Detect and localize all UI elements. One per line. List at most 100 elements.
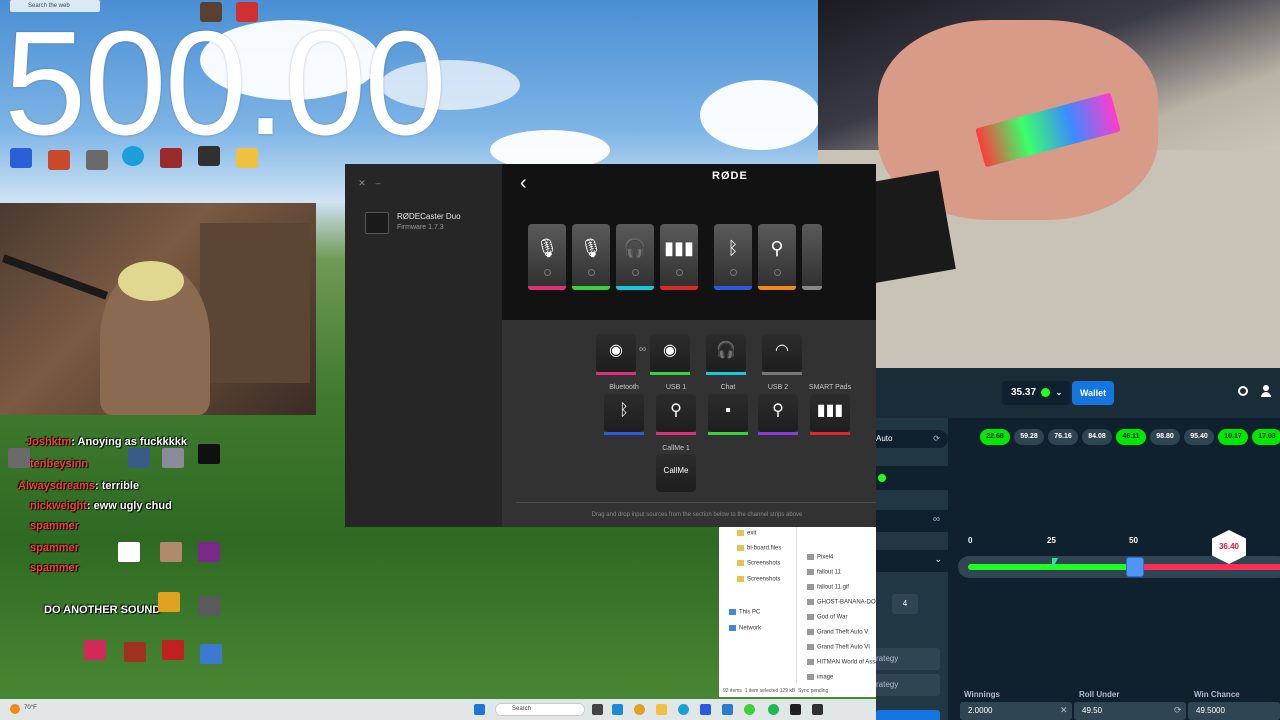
source-pad-chat[interactable]: ▪ xyxy=(708,394,748,435)
coin-icon xyxy=(878,474,886,482)
strategy-button[interactable]: rategy xyxy=(876,648,940,670)
explorer-item-label: Pixel4 xyxy=(817,554,834,561)
user-icon[interactable] xyxy=(1261,385,1271,397)
explorer-item[interactable]: Pixel4 xyxy=(807,554,833,561)
close-icon[interactable]: ✕ xyxy=(357,178,367,188)
folder-icon xyxy=(737,530,744,536)
folder-icon xyxy=(737,576,744,582)
app-icon[interactable] xyxy=(722,704,733,715)
explorer-item[interactable]: GHOST-BANANA-DOOM xyxy=(807,599,885,606)
roll-slider-handle[interactable] xyxy=(1126,557,1144,577)
device-sidebar: ✕ – RØDECaster Duo Firmware 1.7.3 xyxy=(345,164,502,527)
app-icon[interactable] xyxy=(812,704,823,715)
source-pad-bluetooth[interactable]: ᛒ xyxy=(604,394,644,435)
channel-soundpad[interactable]: ▮▮▮ xyxy=(660,224,698,290)
bet-button[interactable] xyxy=(876,710,940,720)
channel-bluetooth[interactable]: ᛒ xyxy=(714,224,752,290)
folder-icon xyxy=(737,545,744,551)
callme-label: CallMe xyxy=(663,466,689,475)
scale-label-25: 25 xyxy=(1047,536,1056,545)
channel-headphones[interactable]: 🎧 xyxy=(616,224,654,290)
explorer-item[interactable]: exit xyxy=(737,530,756,537)
minimize-icon[interactable]: – xyxy=(373,178,383,188)
explorer-item-label: Network xyxy=(739,625,762,632)
explorer-item[interactable]: This PC xyxy=(729,609,760,616)
roll-history-pill: 10.17 xyxy=(1218,429,1248,445)
source-pad-mic-2[interactable]: ◉ xyxy=(650,334,690,375)
source-pad-wireless[interactable]: ◠ xyxy=(762,334,802,375)
widgets-icon[interactable] xyxy=(612,704,623,715)
channel-mic-1[interactable]: 🎙 xyxy=(528,224,566,290)
edge-icon[interactable] xyxy=(678,704,689,715)
explorer-item[interactable]: Grand Theft Auto V xyxy=(807,629,868,636)
channel-usb[interactable]: ⚲ xyxy=(758,224,796,290)
outlook-icon[interactable] xyxy=(700,704,711,715)
win-chance-label: Win Chance xyxy=(1194,690,1240,699)
explorer-item[interactable]: Screenshots xyxy=(737,560,780,567)
source-pad-usb-1[interactable]: ⚲ xyxy=(656,394,696,435)
channel-mic-2[interactable]: 🎙 xyxy=(572,224,610,290)
explorer-item[interactable]: bl-board.files xyxy=(737,545,781,552)
status-selected: 1 item selected 129 kB xyxy=(744,688,796,694)
input-icon: ◉ xyxy=(663,342,677,359)
start-icon[interactable] xyxy=(474,704,485,715)
explorer-item[interactable]: Screenshots xyxy=(737,576,780,583)
channel-partial[interactable] xyxy=(802,224,822,290)
explorer-item-label: exit xyxy=(747,530,757,537)
taskbar-search[interactable]: Search xyxy=(495,703,585,716)
explorer-icon[interactable] xyxy=(656,704,667,715)
mode-tab-auto[interactable]: Auto ⟳ xyxy=(876,430,948,448)
weather-icon[interactable] xyxy=(10,704,20,714)
rode-main-panel: ‹ RØDE 🎙 🎙 🎧 ▮▮▮ ᛒ ⚲ ◉ ◉ 🎧 ◠ ∞ Bluetooth… xyxy=(502,164,876,527)
spotify-icon[interactable] xyxy=(768,704,779,715)
app-icon[interactable] xyxy=(790,704,801,715)
chevron-down-icon: ⌄ xyxy=(934,554,942,564)
back-icon[interactable]: ‹ xyxy=(520,172,527,195)
explorer-item[interactable]: God of War xyxy=(807,614,847,621)
file-icon xyxy=(807,599,814,605)
explorer-item[interactable]: Network xyxy=(729,625,761,632)
pad-color-bar xyxy=(758,432,798,435)
settings-icon: ⟳ xyxy=(933,434,940,443)
mode-label: Auto xyxy=(876,434,893,443)
search-icon[interactable] xyxy=(1238,386,1248,396)
explorer-item[interactable]: image xyxy=(807,674,833,681)
windows-taskbar: 70°F Search xyxy=(0,699,876,720)
source-label-usb-1: USB 1 xyxy=(665,384,687,391)
roll-history-pill: 84.08 xyxy=(1082,429,1112,445)
side-value-box[interactable]: 4 xyxy=(892,594,918,614)
channel-color-bar xyxy=(758,286,796,290)
source-pad-headphones[interactable]: 🎧 xyxy=(706,334,746,375)
device-list-item[interactable]: RØDECaster Duo Firmware 1.7.3 xyxy=(357,208,497,242)
source-pad-mic-1[interactable]: ◉ xyxy=(596,334,636,375)
win-chance-field[interactable]: 49.5000 xyxy=(1188,702,1280,720)
pad-color-bar xyxy=(596,372,636,375)
explorer-item[interactable]: Grand Theft Auto VI xyxy=(807,644,870,651)
file-icon xyxy=(807,644,814,650)
winnings-field[interactable]: 2.0000 xyxy=(960,702,1072,720)
usb-icon: ⚲ xyxy=(770,238,784,258)
soundpad-icon: ▮▮▮ xyxy=(816,402,844,419)
explorer-item[interactable]: fallout 11 xyxy=(807,569,841,576)
profit-input[interactable]: ∞ xyxy=(876,510,948,532)
chat-emote xyxy=(200,644,222,664)
roll-under-field[interactable]: 49.50 xyxy=(1074,702,1186,720)
strategy-button[interactable]: rategy xyxy=(876,674,940,696)
dropdown-select[interactable]: ⌄ xyxy=(876,550,948,572)
rode-central-window: ✕ – RØDECaster Duo Firmware 1.7.3 ‹ RØDE… xyxy=(345,164,876,527)
chat-emote xyxy=(158,592,180,612)
chat-text: DO ANOTHER SOUND xyxy=(44,604,161,616)
balance-display[interactable]: 35.37 ⌄ xyxy=(1002,381,1070,405)
chrome-icon[interactable] xyxy=(634,704,645,715)
link-icon[interactable]: ∞ xyxy=(639,344,646,355)
bet-input[interactable] xyxy=(876,466,948,490)
explorer-item[interactable]: fallout 11.gif xyxy=(807,584,849,591)
source-pad-usb-2[interactable]: ⚲ xyxy=(758,394,798,435)
wallet-button[interactable]: Wallet xyxy=(1072,381,1114,405)
source-pad-smart-pads[interactable]: ▮▮▮ xyxy=(810,394,850,435)
source-pad-callme[interactable]: CallMe xyxy=(656,454,696,492)
chrome-icon[interactable] xyxy=(744,704,755,715)
task-view-icon[interactable] xyxy=(592,704,603,715)
mouse-cursor xyxy=(1052,558,1064,570)
swap-icon[interactable]: ⟳ xyxy=(1174,705,1182,716)
